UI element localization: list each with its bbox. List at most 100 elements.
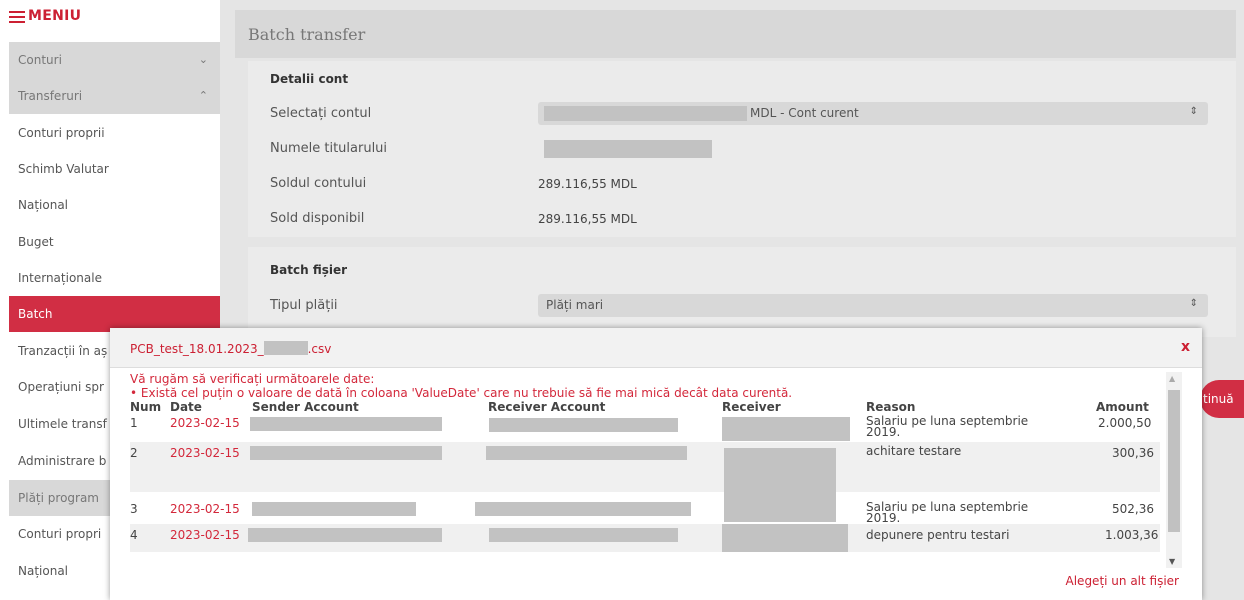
row-amount: 300,36 xyxy=(1112,446,1154,460)
sidebar-item-label: Batch xyxy=(18,307,53,321)
filename-suffix: .csv xyxy=(307,342,332,356)
sidebar-item-national[interactable]: Național xyxy=(9,187,220,223)
row-date: 2023-02-15 xyxy=(170,416,240,430)
payment-type-select[interactable]: Plăți mari ⇕ xyxy=(538,294,1208,317)
row-num: 2 xyxy=(130,446,138,460)
redacted-receiver xyxy=(722,417,850,441)
available-label: Sold disponibil xyxy=(270,211,365,226)
sidebar-item-label: Schimb Valutar xyxy=(18,162,109,176)
col-header-reason: Reason xyxy=(866,400,916,414)
page-header: Batch transfer xyxy=(235,10,1236,58)
sidebar-item-label: Plăți program xyxy=(18,491,99,505)
batch-file-panel: Batch fișier Tipul plății Plăți mari ⇕ xyxy=(248,247,1236,337)
select-arrows-icon: ⇕ xyxy=(1189,298,1198,309)
redacted-receiver-account xyxy=(475,502,691,516)
row-reason: Salariu pe luna septembrie 2019. xyxy=(866,500,1029,525)
modal-filename: PCB_test_18.01.2023_ .csv xyxy=(130,341,331,356)
sidebar-item-conturi-proprii[interactable]: Conturi proprii xyxy=(9,115,220,151)
redacted-receiver-account xyxy=(489,528,678,542)
scroll-up-icon[interactable]: ▲ xyxy=(1169,374,1175,383)
select-account-label: Selectați contul xyxy=(270,106,372,121)
account-details-panel: Detalii cont Selectați contul MDL - Cont… xyxy=(248,61,1236,237)
row-amount: 1.003,36 xyxy=(1105,528,1159,542)
choose-other-file-link[interactable]: Alegeți un alt fișier xyxy=(1066,574,1179,588)
hamburger-icon xyxy=(9,11,25,23)
redacted-sender-account xyxy=(250,417,442,431)
account-select[interactable]: MDL - Cont curent ⇕ xyxy=(538,102,1208,125)
sidebar-item-label: Administrare b xyxy=(18,454,107,468)
redacted-receiver xyxy=(724,492,836,522)
redacted-sender-account xyxy=(252,502,416,516)
redacted-filename-part xyxy=(263,341,308,355)
col-header-num: Num xyxy=(130,400,162,414)
available-value: 289.116,55 MDL xyxy=(538,212,637,226)
row-date: 2023-02-15 xyxy=(170,528,240,542)
menu-label: MENIU xyxy=(28,8,82,24)
file-validation-modal: PCB_test_18.01.2023_ .csv x Vă rugăm să v… xyxy=(110,328,1202,600)
row-amount: 2.000,50 xyxy=(1098,416,1152,430)
sidebar-item-label: Național xyxy=(18,198,69,212)
sidebar-item-label: Conturi xyxy=(18,53,62,67)
row-num: 4 xyxy=(130,528,138,542)
col-header-receiver: Receiver xyxy=(722,400,781,414)
warning-detail: • Există cel puțin o valoare de dată în … xyxy=(130,386,793,400)
sidebar-item-label: Conturi proprii xyxy=(18,126,105,140)
sidebar-item-internationale[interactable]: Internaționale xyxy=(9,260,220,296)
row-num: 3 xyxy=(130,502,138,516)
table-row: 1 2023-02-15 Salariu pe luna septembrie … xyxy=(130,414,1160,442)
sidebar-item-label: Buget xyxy=(18,235,54,249)
redacted-receiver xyxy=(722,524,848,552)
col-header-sender: Sender Account xyxy=(252,400,359,414)
col-header-receiver-account: Receiver Account xyxy=(488,400,606,414)
row-date: 2023-02-15 xyxy=(170,502,240,516)
menu-toggle[interactable]: MENIU xyxy=(0,0,220,42)
table-row: 3 2023-02-15 Salariu pe luna septembrie … xyxy=(130,492,1160,524)
modal-scrollbar[interactable]: ▲ ▼ xyxy=(1166,372,1182,568)
sidebar-item-schimb-valutar[interactable]: Schimb Valutar xyxy=(9,151,220,187)
sidebar-item-label: Conturi propri xyxy=(18,527,102,541)
sidebar-item-label: Tranzacții în aș xyxy=(18,344,108,358)
row-amount: 502,36 xyxy=(1112,502,1154,516)
col-header-amount: Amount xyxy=(1096,400,1149,414)
sidebar-item-label: Ultimele transf xyxy=(18,417,107,431)
redacted-holder-name xyxy=(544,140,712,158)
payment-type-value: Plăți mari xyxy=(546,298,604,312)
redacted-account-number xyxy=(544,106,747,121)
sidebar-item-label: Transferuri xyxy=(18,89,83,103)
panel-title: Detalii cont xyxy=(270,72,349,86)
sidebar-item-conturi[interactable]: Conturi ⌄ xyxy=(9,42,220,78)
account-select-value: MDL - Cont curent xyxy=(750,106,859,120)
sidebar-item-transferuri[interactable]: Transferuri ⌃ xyxy=(9,78,220,114)
table-row: 2 2023-02-15 achitare testare 300,36 xyxy=(130,442,1160,492)
modal-body: Vă rugăm să verificați următoarele date:… xyxy=(130,372,1160,568)
sidebar-item-buget[interactable]: Buget xyxy=(9,224,220,260)
redacted-receiver-account xyxy=(489,418,678,432)
close-icon[interactable]: x xyxy=(1181,339,1190,355)
redacted-sender-account xyxy=(248,528,442,542)
sidebar-item-label: Național xyxy=(18,564,69,578)
sidebar-item-label: Internaționale xyxy=(18,271,102,285)
filename-prefix: PCB_test_18.01.2023_ xyxy=(130,342,264,356)
row-reason: achitare testare xyxy=(866,444,962,458)
continue-button[interactable]: tinuă xyxy=(1200,380,1244,418)
row-reason: depunere pentru testari xyxy=(866,528,1010,542)
redacted-receiver-account xyxy=(486,446,687,460)
row-reason: Salariu pe luna septembrie 2019. xyxy=(866,414,1029,439)
row-date: 2023-02-15 xyxy=(170,446,240,460)
modal-header: PCB_test_18.01.2023_ .csv x xyxy=(110,328,1202,368)
warning-title: Vă rugăm să verificați următoarele date: xyxy=(130,372,375,386)
redacted-sender-account xyxy=(250,446,442,460)
continue-label: tinuă xyxy=(1203,392,1234,406)
payment-type-label: Tipul plății xyxy=(270,298,338,313)
panel-title: Batch fișier xyxy=(270,263,348,277)
chevron-up-icon: ⌃ xyxy=(198,89,208,102)
page-title: Batch transfer xyxy=(248,25,366,44)
scrollbar-thumb[interactable] xyxy=(1168,390,1180,532)
balance-label: Soldul contului xyxy=(270,176,367,191)
scroll-down-icon[interactable]: ▼ xyxy=(1169,557,1175,566)
sidebar-item-batch[interactable]: Batch xyxy=(9,296,220,332)
balance-value: 289.116,55 MDL xyxy=(538,177,637,191)
sidebar-item-label: Operațiuni spr xyxy=(18,380,104,394)
holder-label: Numele titularului xyxy=(270,141,388,156)
redacted-receiver xyxy=(724,448,836,492)
